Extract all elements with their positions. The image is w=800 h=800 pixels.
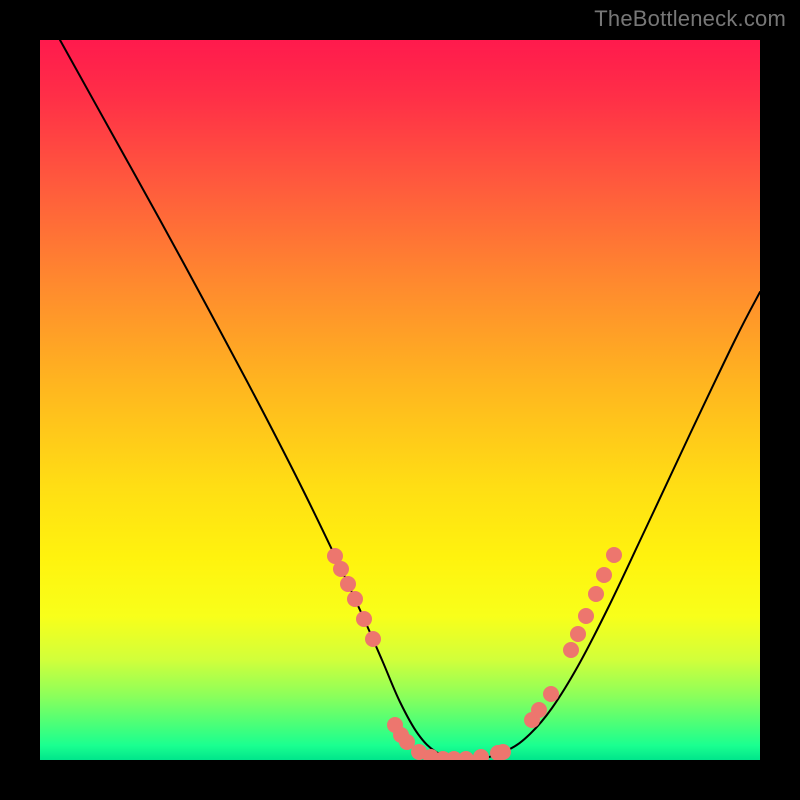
watermark-text: TheBottleneck.com <box>594 6 786 32</box>
marker-dot <box>458 751 474 760</box>
marker-dot <box>356 611 372 627</box>
marker-dot <box>495 744 511 760</box>
marker-dot <box>531 702 547 718</box>
marker-dot <box>365 631 381 647</box>
marker-dot <box>606 547 622 563</box>
marker-dot <box>596 567 612 583</box>
marker-dot <box>563 642 579 658</box>
marker-dot <box>578 608 594 624</box>
plot-area <box>40 40 760 760</box>
marker-dot <box>588 586 604 602</box>
marker-dot <box>570 626 586 642</box>
bottleneck-curve <box>60 40 760 760</box>
marker-group <box>327 547 622 760</box>
marker-dot <box>473 749 489 760</box>
chart-stage: TheBottleneck.com <box>0 0 800 800</box>
marker-dot <box>333 561 349 577</box>
marker-dot <box>347 591 363 607</box>
marker-dot <box>340 576 356 592</box>
marker-dot <box>543 686 559 702</box>
chart-svg <box>40 40 760 760</box>
